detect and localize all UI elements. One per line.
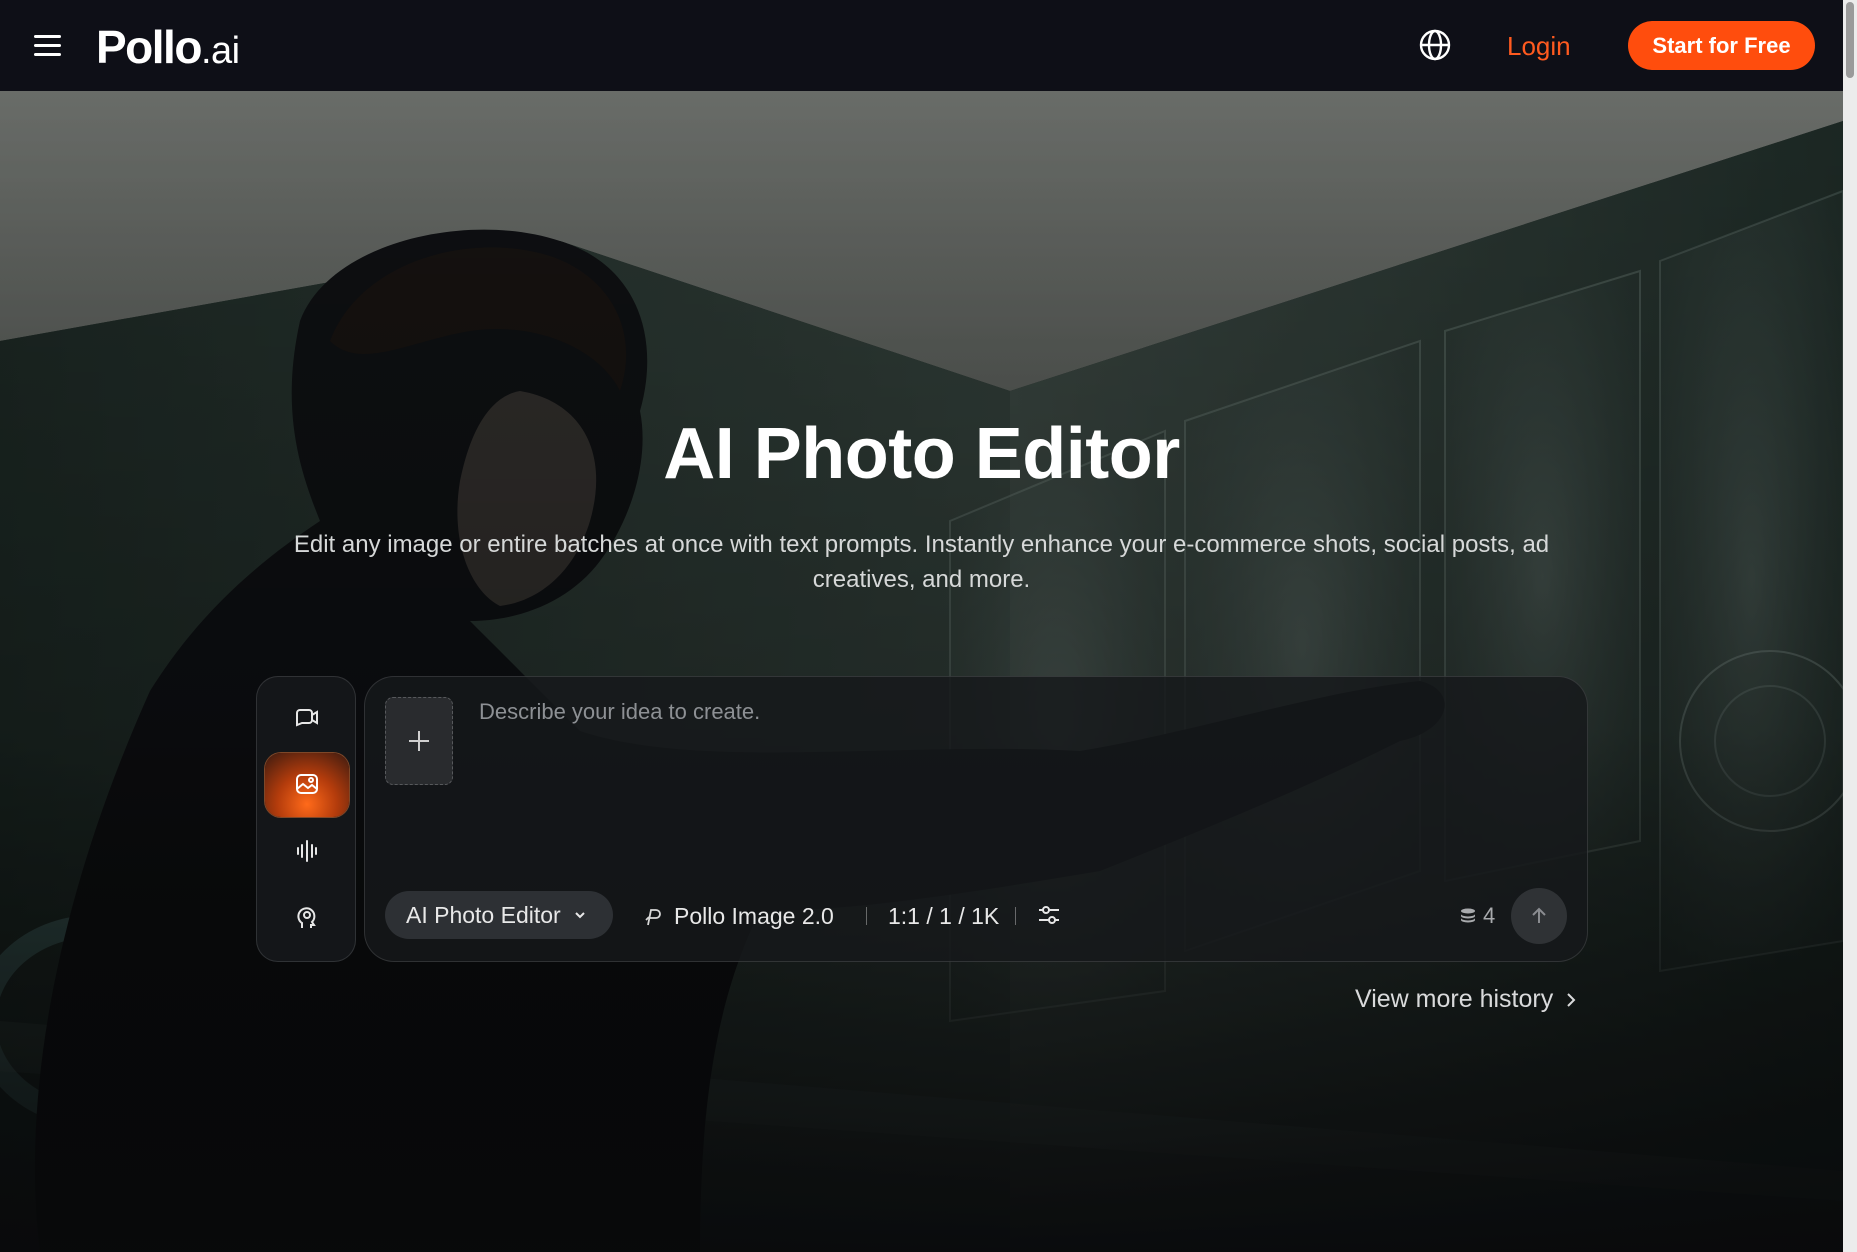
pollo-model-icon xyxy=(645,908,661,925)
composer-toolbar: AI Photo Editor Pollo Image 2.0 1:1 / 1 … xyxy=(385,888,1567,944)
toolbar-divider xyxy=(1015,907,1016,925)
video-chat-icon xyxy=(296,709,318,727)
aspect-ratio-selector[interactable]: 1:1 / 1 / 1K xyxy=(888,903,999,930)
hero-section: AI Photo Editor Edit any image or entire… xyxy=(0,91,1843,1252)
view-more-history-label: View more history xyxy=(1355,985,1554,1013)
hero-background-image xyxy=(0,91,1843,1252)
scrollbar-thumb[interactable] xyxy=(1846,2,1854,78)
generation-mode-rail xyxy=(256,676,356,962)
tool-selector[interactable]: AI Photo Editor xyxy=(385,891,613,939)
image-edit-icon xyxy=(296,774,318,794)
tool-selector-label: AI Photo Editor xyxy=(406,901,561,928)
view-more-history-link[interactable]: View more history xyxy=(1355,985,1577,1014)
pollo-logo[interactable]: Pollo .ai xyxy=(96,20,240,73)
start-for-free-button[interactable]: Start for Free xyxy=(1628,21,1815,70)
mode-avatar[interactable] xyxy=(265,885,349,949)
plus-icon xyxy=(409,731,429,751)
coins-icon xyxy=(1461,908,1475,923)
mode-image-edit[interactable] xyxy=(265,753,349,817)
chevron-right-icon xyxy=(1567,992,1576,1007)
top-navigation-bar: Pollo .ai Login Start for Free xyxy=(0,0,1843,91)
model-selector-label: Pollo Image 2.0 xyxy=(674,903,834,929)
mode-video-chat[interactable] xyxy=(265,687,349,751)
chevron-down-icon xyxy=(574,912,585,919)
page-title: AI Photo Editor xyxy=(663,414,1180,494)
prompt-composer: AI Photo Editor Pollo Image 2.0 1:1 / 1 … xyxy=(364,676,1588,962)
page-scrollbar[interactable] xyxy=(1843,0,1857,1252)
credit-cost-value: 4 xyxy=(1483,903,1496,928)
logo-tld: .ai xyxy=(200,30,240,72)
model-selector[interactable]: Pollo Image 2.0 xyxy=(642,903,834,930)
prompt-input[interactable] xyxy=(477,697,1561,851)
head-profile-icon xyxy=(297,907,316,928)
credit-cost: 4 xyxy=(1459,903,1495,929)
globe-language-icon[interactable] xyxy=(1418,28,1452,62)
page-subtitle: Edit any image or entire batches at once… xyxy=(293,531,1550,593)
audio-wave-icon xyxy=(297,840,317,862)
add-image-button[interactable] xyxy=(385,697,453,785)
login-link[interactable]: Login xyxy=(1507,31,1571,62)
settings-sliders-icon[interactable] xyxy=(1035,901,1063,929)
logo-brand: Pollo xyxy=(96,21,202,73)
toolbar-divider xyxy=(866,907,867,925)
mode-audio[interactable] xyxy=(265,819,349,883)
send-button[interactable] xyxy=(1511,888,1567,944)
arrow-up-icon xyxy=(1532,907,1546,923)
hamburger-menu-icon[interactable] xyxy=(30,30,66,62)
